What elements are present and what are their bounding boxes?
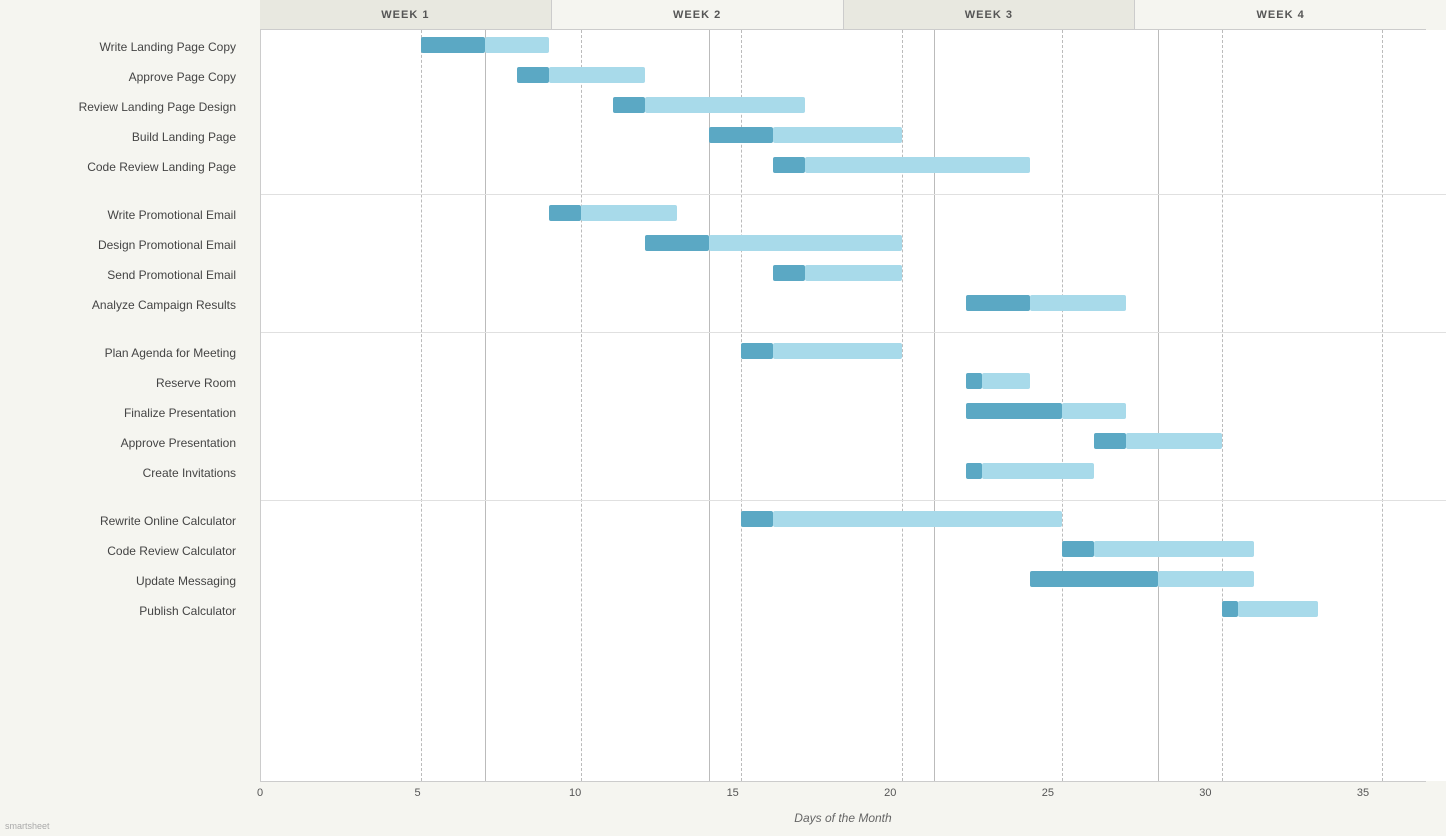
gantt-bar-light <box>1062 403 1126 419</box>
gantt-bar-row <box>261 293 1446 313</box>
y-label: Approve Presentation <box>0 436 248 450</box>
gantt-bar-light <box>805 265 901 281</box>
x-tick-label: 15 <box>727 787 739 799</box>
gantt-bar-row <box>261 431 1446 451</box>
x-tick-label: 35 <box>1357 787 1369 799</box>
y-label: Publish Calculator <box>0 604 248 618</box>
gantt-bar-dark <box>1062 541 1094 557</box>
week4-header: WEEK 4 <box>1135 0 1426 29</box>
gantt-bar-row <box>261 263 1446 283</box>
group-separator-line <box>261 194 1446 195</box>
gantt-bar-dark <box>421 37 485 53</box>
y-label: Finalize Presentation <box>0 406 248 420</box>
watermark: smartsheet <box>5 821 50 831</box>
gantt-bar-dark <box>645 235 709 251</box>
gantt-bar-light <box>1030 295 1126 311</box>
gantt-bar-dark <box>1030 571 1158 587</box>
gantt-bar-dark <box>549 205 581 221</box>
gantt-bar-dark <box>741 511 773 527</box>
gantt-bar-light <box>1126 433 1222 449</box>
gantt-bar-light <box>549 67 645 83</box>
gantt-bar-dark <box>966 373 982 389</box>
gantt-bar-light <box>645 97 805 113</box>
gantt-bar-dark <box>773 265 805 281</box>
y-label: Reserve Room <box>0 376 248 390</box>
gantt-bar-row <box>261 599 1446 619</box>
chart-container: WEEK 1 WEEK 2 WEEK 3 WEEK 4 Write Landin… <box>0 0 1446 836</box>
gantt-bar-row <box>261 233 1446 253</box>
gantt-bar-row <box>261 155 1446 175</box>
week-header-row: WEEK 1 WEEK 2 WEEK 3 WEEK 4 <box>260 0 1426 30</box>
gantt-bar-light <box>485 37 549 53</box>
gantt-bar-dark <box>709 127 773 143</box>
gantt-bar-dark <box>966 295 1030 311</box>
gantt-bar-row <box>261 461 1446 481</box>
gantt-bar-light <box>1158 571 1254 587</box>
y-label: Design Promotional Email <box>0 238 248 252</box>
gantt-bar-dark <box>1094 433 1126 449</box>
gantt-bar-light <box>1094 541 1254 557</box>
gantt-bar-light <box>805 157 1029 173</box>
x-tick-label: 0 <box>257 787 263 799</box>
y-label: Write Promotional Email <box>0 208 248 222</box>
gantt-bar-row <box>261 125 1446 145</box>
y-axis: Write Landing Page Copy Approve Page Copy… <box>0 30 260 781</box>
gantt-bar-dark <box>517 67 549 83</box>
y-label: Update Messaging <box>0 574 248 588</box>
gantt-bar-row <box>261 509 1446 529</box>
y-label: Analyze Campaign Results <box>0 298 248 312</box>
x-tick-label: 30 <box>1199 787 1211 799</box>
gantt-bar-row <box>261 341 1446 361</box>
gantt-bar-row <box>261 371 1446 391</box>
y-label: Approve Page Copy <box>0 70 248 84</box>
gantt-bar-light <box>581 205 677 221</box>
gantt-bar-light <box>982 463 1094 479</box>
gantt-bar-row <box>261 35 1446 55</box>
y-label: Review Landing Page Design <box>0 100 248 114</box>
y-label: Send Promotional Email <box>0 268 248 282</box>
week1-header: WEEK 1 <box>260 0 552 29</box>
gantt-bar-dark <box>741 343 773 359</box>
gantt-bar-light <box>982 373 1030 389</box>
x-tick-label: 25 <box>1042 787 1054 799</box>
x-tick-label: 20 <box>884 787 896 799</box>
gantt-bar-light <box>773 127 901 143</box>
y-label: Build Landing Page <box>0 130 248 144</box>
gantt-bar-light <box>773 343 901 359</box>
gantt-bar-row <box>261 539 1446 559</box>
gantt-bar-row <box>261 95 1446 115</box>
gantt-bar-light <box>709 235 901 251</box>
y-label: Code Review Calculator <box>0 544 248 558</box>
gantt-bar-row <box>261 569 1446 589</box>
gantt-bar-dark <box>966 463 982 479</box>
gantt-bar-light <box>1238 601 1318 617</box>
x-tick-label: 10 <box>569 787 581 799</box>
week2-header: WEEK 2 <box>552 0 844 29</box>
x-axis-label: Days of the Month <box>260 806 1426 825</box>
gantt-bar-dark <box>1222 601 1238 617</box>
gantt-bar-row <box>261 65 1446 85</box>
y-label: Create Invitations <box>0 466 248 480</box>
y-label: Write Landing Page Copy <box>0 40 248 54</box>
y-label: Rewrite Online Calculator <box>0 514 248 528</box>
group-separator-line <box>261 500 1446 501</box>
gantt-bar-dark <box>613 97 645 113</box>
group-separator-line <box>261 332 1446 333</box>
plot-area <box>260 30 1446 781</box>
y-label: Code Review Landing Page <box>0 160 248 174</box>
week3-header: WEEK 3 <box>844 0 1136 29</box>
x-ticks: 0 5 10 15 20 25 30 35 <box>260 781 1426 806</box>
gantt-bar-row <box>261 401 1446 421</box>
gantt-bar-dark <box>966 403 1062 419</box>
gantt-bar-row <box>261 203 1446 223</box>
x-tick-label: 5 <box>415 787 421 799</box>
x-axis: 0 5 10 15 20 25 30 35 Days of the Month <box>260 781 1426 836</box>
gantt-bar-light <box>773 511 1061 527</box>
y-label: Plan Agenda for Meeting <box>0 346 248 360</box>
chart-body: Write Landing Page Copy Approve Page Copy… <box>0 30 1446 781</box>
gantt-bar-dark <box>773 157 805 173</box>
